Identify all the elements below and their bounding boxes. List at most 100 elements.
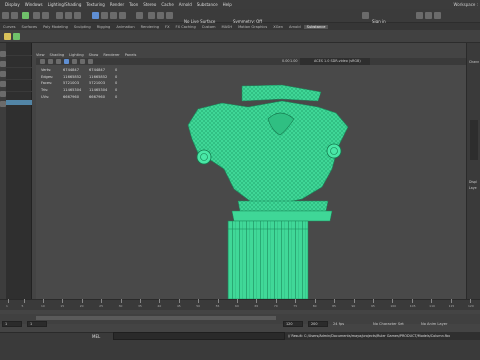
- textured-icon[interactable]: [64, 59, 69, 64]
- snap-curve-icon[interactable]: [101, 12, 108, 19]
- exposure-field[interactable]: 0.00: [282, 59, 290, 63]
- time-tick-label: 85: [332, 304, 336, 308]
- ipr-render-icon[interactable]: [157, 12, 164, 19]
- undo-icon[interactable]: [33, 12, 40, 19]
- panel-menu-lighting[interactable]: Lighting: [69, 53, 84, 57]
- shelf-tab-rigging[interactable]: Rigging: [94, 25, 114, 29]
- outliner-row[interactable]: [6, 67, 32, 68]
- menu-windows[interactable]: Windows: [25, 2, 43, 7]
- hud-value: 6667960: [89, 94, 106, 99]
- workspace-label[interactable]: Workspace :: [454, 2, 478, 7]
- end-time-field[interactable]: 200: [308, 321, 328, 327]
- panel-menu-show[interactable]: Show: [89, 53, 99, 57]
- shelf-tab-xgen[interactable]: XGen: [270, 25, 286, 29]
- menu-cache[interactable]: Cache: [161, 2, 173, 7]
- redo-icon[interactable]: [42, 12, 49, 19]
- fps-dropdown[interactable]: 24 fps: [333, 322, 344, 326]
- time-tick-label: 75: [293, 304, 298, 308]
- color-space-dropdown[interactable]: ACES 1.0 SDR-video (sRGB): [300, 58, 370, 65]
- panel-menu-shading[interactable]: Shading: [50, 53, 65, 57]
- menu-display[interactable]: Display: [5, 2, 20, 7]
- new-scene-icon[interactable]: [2, 12, 9, 19]
- viewport-persp[interactable]: [36, 65, 466, 300]
- gamma-field[interactable]: 1.00: [290, 59, 298, 63]
- time-tick-label: 30: [118, 304, 123, 308]
- channel-box-area[interactable]: [470, 120, 478, 160]
- display-layers-tab[interactable]: Displ: [469, 180, 477, 184]
- history-icon[interactable]: [136, 12, 143, 19]
- anim-layer-dropdown[interactable]: No Anim Layer: [421, 322, 447, 326]
- shelf-tab-animation[interactable]: Animation: [113, 25, 137, 29]
- substance-shelf-icon-2[interactable]: [13, 33, 20, 40]
- outliner-row[interactable]: [6, 91, 32, 92]
- shelf-tab-custom[interactable]: Custom: [199, 25, 219, 29]
- menu-texturing[interactable]: Texturing: [86, 2, 104, 7]
- shelf-tab-mash[interactable]: MASH: [219, 25, 236, 29]
- panel-menu-renderer[interactable]: Renderer: [103, 53, 119, 57]
- open-scene-icon[interactable]: [11, 12, 18, 19]
- start-time-field[interactable]: 1: [2, 321, 22, 327]
- menu-help[interactable]: Help: [223, 2, 232, 7]
- snap-view-icon[interactable]: [119, 12, 126, 19]
- shelf-tab-rendering[interactable]: Rendering: [138, 25, 162, 29]
- command-input[interactable]: [113, 332, 285, 340]
- hud-value: 6744847: [63, 68, 80, 73]
- column-capital-mesh: [187, 84, 349, 300]
- shelf-tab-sculpting[interactable]: Sculpting: [71, 25, 94, 29]
- shelf-tab-poly-modeling[interactable]: Poly Modeling: [40, 25, 71, 29]
- outliner-selected-item[interactable]: [6, 100, 32, 105]
- playback-start-field[interactable]: 1: [27, 321, 47, 327]
- time-tick-label: 120: [468, 304, 474, 308]
- mel-label[interactable]: MEL: [92, 334, 100, 339]
- shelf-tab-fx-caching[interactable]: FX Caching: [173, 25, 199, 29]
- camera-icon[interactable]: [40, 59, 45, 64]
- lights-icon[interactable]: [72, 59, 77, 64]
- time-tick: [314, 299, 316, 303]
- select-object-icon[interactable]: [65, 12, 72, 19]
- shelf-tab-fx[interactable]: FX: [162, 25, 173, 29]
- time-slider[interactable]: [0, 299, 480, 310]
- time-tick-label: 100: [390, 304, 397, 308]
- menu-stereo[interactable]: Stereo: [143, 2, 156, 7]
- grid-icon[interactable]: [88, 59, 93, 64]
- render-frame-icon[interactable]: [148, 12, 155, 19]
- toggle-attribute-editor-icon[interactable]: [425, 12, 432, 19]
- shelf-tab-motion-graphics[interactable]: Motion Graphics: [235, 25, 270, 29]
- shelf-tab-arnold[interactable]: Arnold: [286, 25, 304, 29]
- panel-menu-panels[interactable]: Panels: [125, 53, 137, 57]
- playback-end-field[interactable]: 120: [283, 321, 303, 327]
- character-set-dropdown[interactable]: No Character Set: [373, 322, 404, 326]
- time-tick-label: 110: [429, 304, 435, 308]
- select-component-icon[interactable]: [74, 12, 81, 19]
- panel-menu-view[interactable]: View: [36, 53, 45, 57]
- save-scene-icon[interactable]: [22, 12, 29, 19]
- shelf-tab-substance[interactable]: Substance: [303, 24, 329, 29]
- select-hierarchy-icon[interactable]: [56, 12, 63, 19]
- menu-render[interactable]: Render: [110, 2, 124, 7]
- user-icon[interactable]: [362, 12, 369, 19]
- time-tick-label: 5: [21, 304, 24, 308]
- shelf-tab-surfaces[interactable]: Surfaces: [18, 25, 40, 29]
- shadows-icon[interactable]: [80, 59, 85, 64]
- hud-value: 0: [115, 81, 118, 86]
- menu-toon[interactable]: Toon: [129, 2, 138, 7]
- menu-arnold[interactable]: Arnold: [179, 2, 192, 7]
- substance-shelf-icon[interactable]: [4, 33, 11, 40]
- channel-box-tab[interactable]: Chann: [469, 60, 479, 64]
- snap-grid-icon[interactable]: [92, 12, 99, 19]
- menu-substance[interactable]: Substance: [197, 2, 218, 7]
- render-settings-icon[interactable]: [166, 12, 173, 19]
- outliner-row[interactable]: [6, 79, 32, 80]
- smooth-shade-icon[interactable]: [56, 59, 61, 64]
- snap-point-icon[interactable]: [110, 12, 117, 19]
- outliner-row[interactable]: [6, 55, 32, 56]
- menu-lighting-shading[interactable]: Lighting/Shading: [48, 2, 82, 7]
- wireframe-icon[interactable]: [48, 59, 53, 64]
- maya-window: Display Windows Lighting/Shading Texturi…: [0, 0, 480, 360]
- shelf-tab-curves[interactable]: Curves: [0, 25, 18, 29]
- toggle-channel-box-icon[interactable]: [434, 12, 441, 19]
- time-tick: [140, 299, 141, 303]
- layers-tab[interactable]: Laye: [469, 186, 477, 190]
- toggle-modeling-toolkit-icon[interactable]: [416, 12, 423, 19]
- range-slider[interactable]: [36, 316, 276, 320]
